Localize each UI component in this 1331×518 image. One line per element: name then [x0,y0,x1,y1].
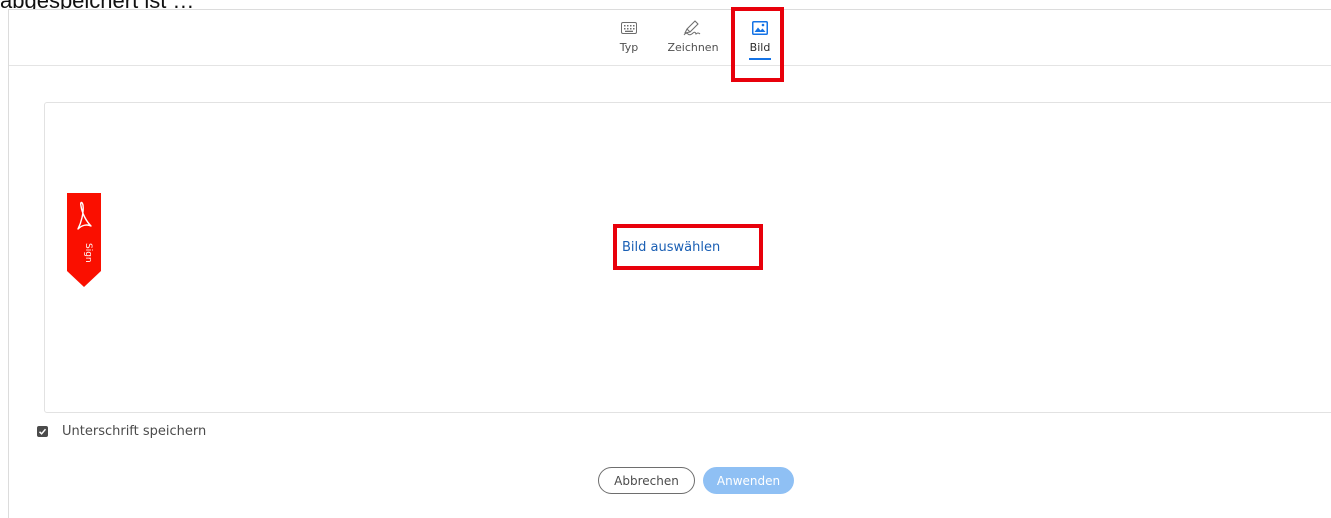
select-image-link[interactable]: Bild auswählen [622,240,720,255]
signature-mode-tabs: Typ Zeichnen Bild [9,10,1331,66]
cancel-button[interactable]: Abbrechen [598,467,695,494]
adobe-sign-ribbon: Sign [67,193,101,287]
apply-button[interactable]: Anwenden [703,467,794,494]
keyboard-icon [621,18,637,38]
tab-typ-label: Typ [619,41,639,54]
page: abgespeichert ist … Typ Zeichnen Bild Si… [0,0,1331,518]
checkmark-icon [38,428,47,435]
save-signature-label: Unterschrift speichern [62,424,207,439]
tab-typ[interactable]: Typ [613,18,645,64]
signature-dialog: Typ Zeichnen Bild [8,9,1331,518]
pen-draw-icon [683,18,703,38]
tab-zeichnen[interactable]: Zeichnen [667,18,719,64]
save-signature-option[interactable]: Unterschrift speichern [37,424,206,439]
image-drop-area [44,102,1331,413]
image-icon [752,18,768,38]
sign-ribbon-text: Sign [83,243,93,263]
save-signature-checkbox[interactable] [37,426,48,437]
tab-bild[interactable]: Bild [745,18,775,64]
tab-bild-label: Bild [749,41,771,54]
active-tab-indicator [749,58,771,60]
adobe-acrobat-logo-icon [67,193,101,287]
tab-zeichnen-label: Zeichnen [667,41,719,54]
